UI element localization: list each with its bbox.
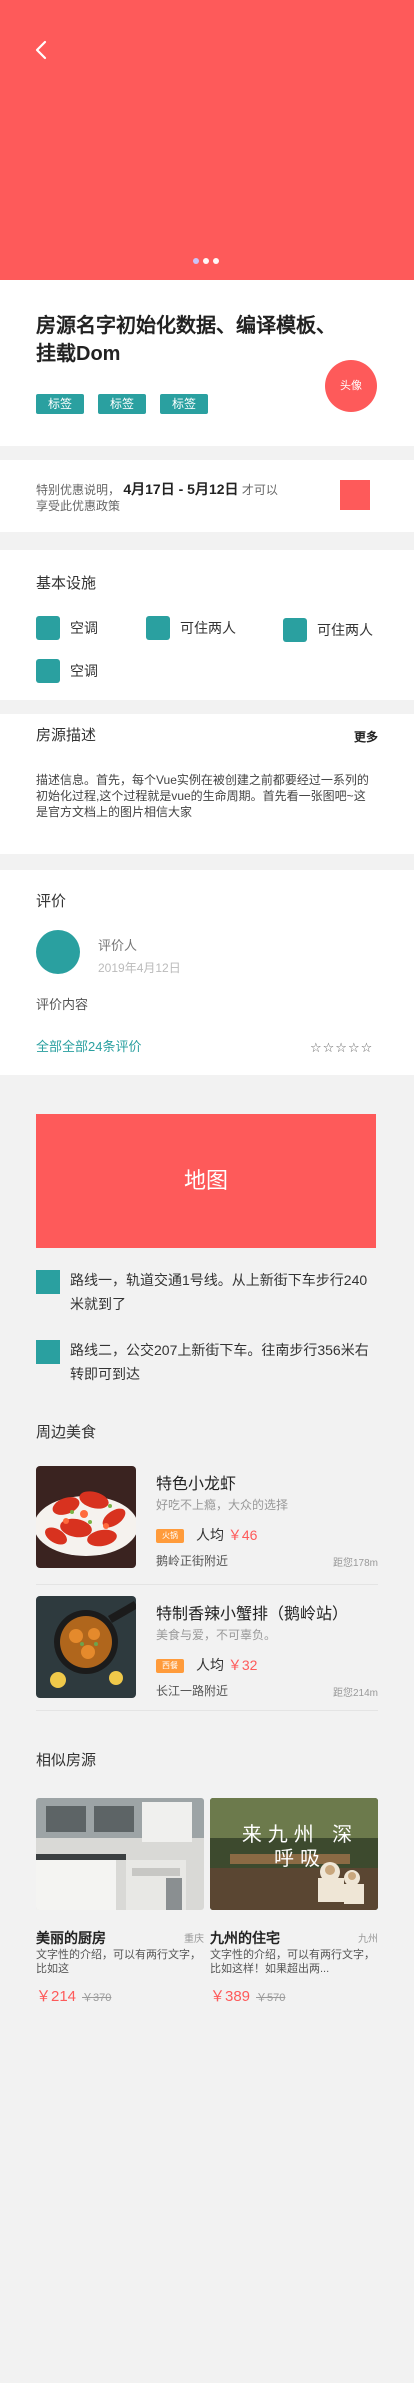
rating-stars: ☆☆☆☆☆ (310, 1040, 374, 1055)
price-value: ￥214 (36, 1988, 77, 2005)
tag: 标签 (36, 394, 85, 414)
food-price: 人均 ￥32 (196, 1655, 257, 1675)
similar-description: 文字性的介绍，可以有两行文字，比如这 (36, 1949, 201, 1975)
facility-item: 空调 (36, 616, 98, 640)
all-reviews-link[interactable]: 全部全部24条评价 (36, 1036, 141, 1055)
reviewer-name: 评价人 (98, 938, 138, 953)
similar-price: ￥214 ￥370 (36, 1985, 111, 2006)
food-price: 人均 ￥46 (196, 1525, 257, 1545)
tag: 标签 (98, 394, 147, 414)
similar-name: 美丽的厨房 (36, 1930, 106, 1946)
chevron-left-icon (35, 40, 47, 60)
food-address: 长江一路附近 (156, 1684, 229, 1698)
facilities-title: 基本设施 (36, 575, 97, 592)
food-distance: 距您178m (332, 1558, 378, 1569)
facility-label: 可住两人 (180, 620, 236, 636)
food-title: 周边美食 (36, 1424, 97, 1441)
food-distance: 距您214m (332, 1688, 378, 1699)
food-category-badge: 火锅 (156, 1529, 184, 1543)
facility-icon (36, 659, 60, 683)
route-item: 路线一，轨道交通1号线。从上新街下车步行240米就到了 (36, 1268, 381, 1316)
similar-description: 文字性的介绍，可以有两行文字，比如这样！如果超出两... (210, 1949, 375, 1975)
price-label: 人均 (196, 1657, 224, 1673)
facility-icon (36, 616, 60, 640)
food-item[interactable]: 特色小龙虾 好吃不上瘾，大众的选择 火锅 人均 ￥46 鹅岭正街附近 距您178… (36, 1466, 378, 1570)
facility-item: 空调 (36, 659, 98, 683)
price-label: 人均 (196, 1527, 224, 1543)
tag: 标签 (160, 394, 209, 414)
food-category-badge: 西餐 (156, 1659, 184, 1673)
price-value: ￥389 (210, 1988, 251, 2005)
route-icon (36, 1340, 60, 1364)
promo-prefix: 特别优惠说明， (36, 483, 121, 497)
divider (36, 1710, 378, 1711)
promo-text: 特别优惠说明， 4月17日 - 5月12日 才可以享受此优惠政策 (36, 481, 286, 514)
carousel-dot[interactable] (203, 258, 209, 264)
facility-icon (283, 618, 307, 642)
review-date: 2019年4月12日 (98, 961, 181, 975)
route-icon (36, 1270, 60, 1294)
food-address: 鹅岭正街附近 (156, 1554, 229, 1568)
facility-label: 可住两人 (317, 622, 373, 638)
facility-icon (146, 616, 170, 640)
facility-label: 空调 (70, 620, 98, 636)
food-name: 特制香辣小蟹排（鹅岭站） (156, 1606, 349, 1623)
similar-location: 九州 (358, 1934, 378, 1945)
facility-item: 可住两人 (146, 616, 236, 640)
old-price: ￥570 (256, 1992, 286, 2004)
description-text: 描述信息。首先，每个Vue实例在被创建之前都要经过一系列的初始化过程,这个过程就… (36, 773, 369, 819)
similar-item[interactable]: 来九州 深呼吸 九州的住宅 九州 文字性的介绍，可以有两行文字，比如这样！如果超… (210, 1798, 378, 2008)
crayfish-image (36, 1466, 136, 1568)
tag-list: 标签 标签 标签 (36, 394, 209, 414)
food-subtitle: 好吃不上瘾，大众的选择 (156, 1498, 289, 1512)
room-title: 房源名字初始化数据、编译模板、挂载Dom (36, 315, 336, 365)
carousel-dots[interactable] (193, 258, 219, 264)
food-subtitle: 美食与爱，不可辜负。 (156, 1628, 277, 1642)
old-price: ￥370 (82, 1992, 112, 2004)
food-item[interactable]: 特制香辣小蟹排（鹅岭站） 美食与爱，不可辜负。 西餐 人均 ￥32 长江一路附近… (36, 1596, 378, 1700)
food-name: 特色小龙虾 (156, 1476, 237, 1493)
promo-dates: 4月17日 - 5月12日 (123, 481, 239, 497)
price-value: ￥32 (227, 1657, 258, 1673)
image-overlay-text: 来九州 深呼吸 (241, 1822, 359, 1870)
review-content: 评价内容 (36, 997, 89, 1012)
similar-location: 重庆 (184, 1934, 204, 1945)
description-title: 房源描述 (36, 727, 97, 744)
hero-carousel[interactable] (0, 0, 414, 280)
host-avatar[interactable]: 头像 (325, 360, 377, 412)
facility-label: 空调 (70, 663, 98, 679)
divider (36, 1584, 378, 1585)
similar-price: ￥389 ￥570 (210, 1985, 285, 2006)
price-value: ￥46 (227, 1527, 258, 1543)
route-item: 路线二，公交207上新街下车。往南步行356米右转即可到达 (36, 1338, 381, 1386)
facility-item: 可住两人 (283, 618, 373, 642)
more-link[interactable]: 更多 (354, 728, 378, 745)
route-text: 路线一，轨道交通1号线。从上新街下车步行240米就到了 (70, 1272, 368, 1312)
reviewer-avatar (36, 930, 80, 974)
crab-dish-image (36, 1596, 136, 1698)
similar-item[interactable]: 美丽的厨房 重庆 文字性的介绍，可以有两行文字，比如这 ￥214 ￥370 (36, 1798, 204, 2008)
similar-title: 相似房源 (36, 1752, 97, 1769)
carousel-dot[interactable] (193, 258, 199, 264)
carousel-dot[interactable] (213, 258, 219, 264)
reviews-title: 评价 (36, 893, 67, 910)
similar-name: 九州的住宅 (210, 1930, 280, 1946)
back-button[interactable] (30, 38, 54, 62)
kitchen-image (36, 1798, 204, 1910)
map-placeholder[interactable]: 地图 (36, 1114, 376, 1248)
residence-image: 来九州 深呼吸 (210, 1798, 378, 1910)
promo-icon[interactable] (340, 480, 370, 510)
route-text: 路线二，公交207上新街下车。往南步行356米右转即可到达 (70, 1342, 369, 1382)
